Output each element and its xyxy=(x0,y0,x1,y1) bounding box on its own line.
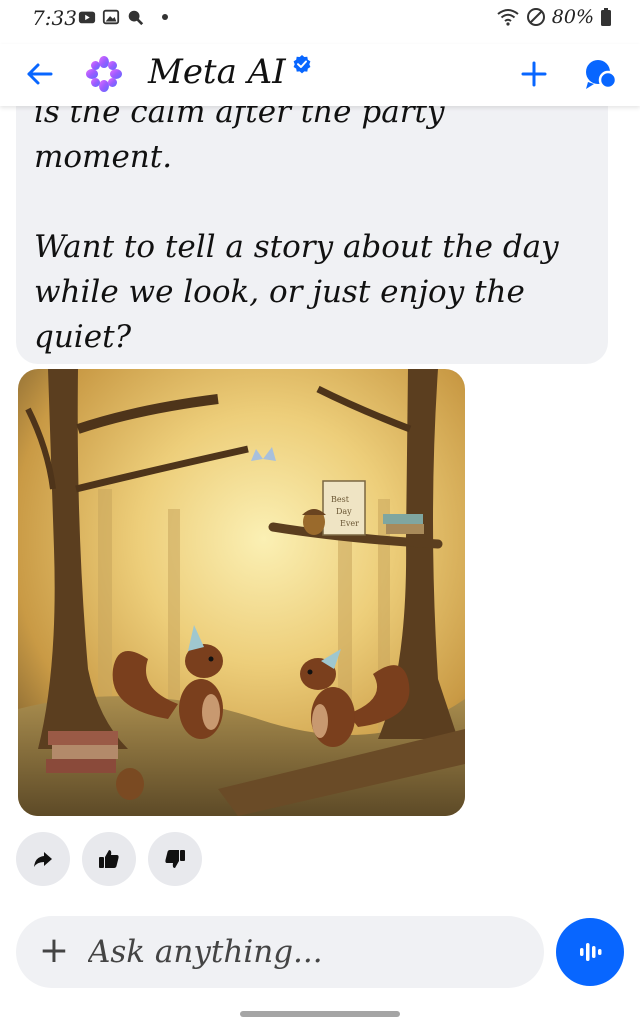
do-not-disturb-icon xyxy=(526,8,545,26)
status-system-icons: 80% xyxy=(496,6,612,28)
voice-waveform-icon xyxy=(580,943,602,961)
voice-button[interactable] xyxy=(556,918,624,986)
youtube-icon xyxy=(78,11,96,24)
gallery-icon xyxy=(102,9,120,25)
status-bar: 7:33 80% xyxy=(0,0,640,36)
thumbs-up-icon xyxy=(99,850,119,868)
verified-badge-icon xyxy=(293,55,311,74)
chat-bubbles-icon[interactable] xyxy=(582,56,618,92)
dislike-button[interactable] xyxy=(148,832,202,886)
app-header: Meta AI xyxy=(0,44,640,106)
status-time: 7:33 xyxy=(32,6,77,30)
share-button[interactable] xyxy=(16,832,70,886)
thumbs-down-icon xyxy=(165,850,185,868)
battery-icon xyxy=(601,8,611,26)
generated-image[interactable]: Best Day Ever xyxy=(18,369,465,816)
search-lens-icon xyxy=(128,10,144,26)
dot-icon xyxy=(162,14,168,20)
home-indicator[interactable] xyxy=(240,1011,400,1017)
book-label-1: Best xyxy=(331,495,350,504)
message-paragraph: Want to tell a story about the day while… xyxy=(34,229,559,355)
battery-percentage: 80% xyxy=(551,6,594,28)
page-title: Meta AI xyxy=(148,52,286,92)
meta-ai-logo-icon xyxy=(86,56,122,92)
book-label-2: Day xyxy=(336,507,352,516)
ai-message-bubble: is the calm after the party moment. Want… xyxy=(16,90,608,364)
message-line-end: moment. xyxy=(34,139,173,175)
squirrels-forest-illustration: Best Day Ever xyxy=(18,369,465,816)
like-button[interactable] xyxy=(82,832,136,886)
wifi-icon xyxy=(497,9,519,26)
ai-message-text: is the calm after the party moment. Want… xyxy=(34,90,594,360)
status-notification-icons xyxy=(78,8,168,26)
share-arrow-icon xyxy=(34,852,52,867)
new-chat-button[interactable] xyxy=(518,58,550,90)
ask-input[interactable] xyxy=(88,924,528,980)
back-arrow-icon[interactable] xyxy=(24,58,56,90)
book-label-3: Ever xyxy=(340,519,359,528)
attach-plus-button[interactable]: + xyxy=(38,932,70,972)
message-composer: + xyxy=(16,916,544,988)
